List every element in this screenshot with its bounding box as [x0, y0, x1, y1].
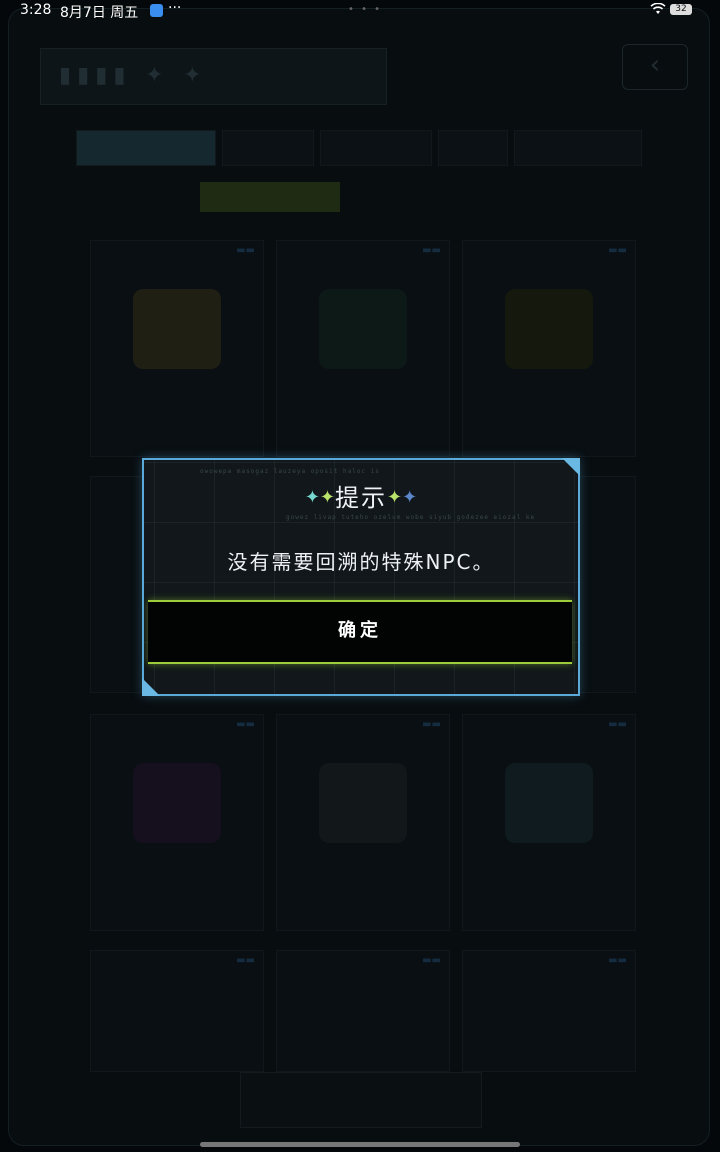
notice-dialog: owowepa masogaz lauzeya oposit haloc is …	[142, 458, 580, 696]
corner-accent-bottom-left	[142, 678, 160, 696]
decorative-micro-text: gowez livap tuteho ozelum wobe siyub god…	[286, 514, 536, 521]
corner-accent-top-right	[562, 458, 580, 476]
status-more: ···	[168, 0, 182, 16]
wifi-icon	[650, 3, 666, 14]
decorative-micro-text: owowepa masogaz lauzeya oposit haloc is	[200, 468, 380, 475]
battery-icon: 32	[670, 4, 692, 15]
sparkle-icon: ✦	[387, 487, 403, 508]
home-indicator[interactable]	[200, 1142, 520, 1147]
sparkle-icon: ✦	[319, 487, 335, 508]
dialog-message: 没有需要回溯的特殊NPC。	[227, 550, 495, 574]
status-date: 8月7日 周五	[60, 5, 139, 21]
dialog-title: 提示	[335, 484, 387, 512]
multitask-dots[interactable]: • • •	[348, 4, 382, 15]
status-bar: 3:28 8月7日 周五 ··· • • • 32	[0, 0, 720, 22]
dialog-title-row: ✦✦提示✦✦	[144, 480, 578, 514]
confirm-button[interactable]: 确定	[148, 600, 572, 664]
sparkle-icon: ✦	[402, 487, 418, 508]
status-time: 3:28	[20, 2, 52, 18]
sparkle-icon: ✦	[304, 487, 320, 508]
app-icon	[150, 4, 163, 17]
